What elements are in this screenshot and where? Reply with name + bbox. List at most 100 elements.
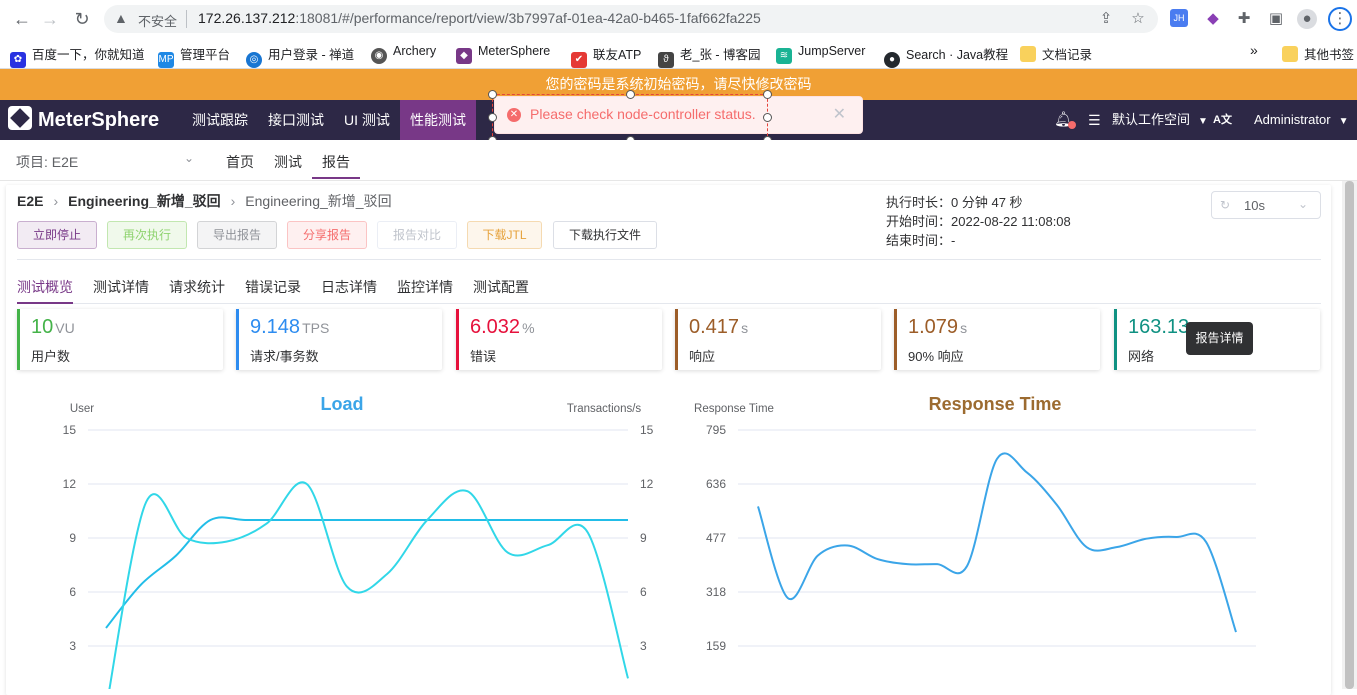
nav-ui-test[interactable]: UI 测试	[334, 100, 400, 140]
user-name: Administrator	[1254, 112, 1331, 127]
breadcrumb-test[interactable]: Engineering_新增_驳回	[68, 193, 220, 209]
y2-tick-label: 6	[640, 585, 647, 599]
task-list-icon[interactable]: ☰	[1088, 100, 1101, 140]
side-panel-icon[interactable]: ▣	[1266, 9, 1286, 29]
y-axis-label: User	[70, 403, 94, 415]
workspace-switcher[interactable]: 默认工作空间 ▼	[1112, 100, 1208, 140]
scrollbar-thumb[interactable]	[1345, 181, 1354, 689]
tab-log-details[interactable]: 日志详情	[321, 277, 377, 297]
bookmark-metersphere[interactable]: ◆ MeterSphere	[456, 44, 550, 64]
resize-handle[interactable]	[488, 90, 497, 99]
extensions-puzzle-icon[interactable]: ✚	[1234, 9, 1254, 29]
bookmark-docs[interactable]: 文档记录	[1020, 44, 1092, 62]
kpi-tps: 9.148 TPS 请求/事务数	[236, 309, 442, 370]
address-bar[interactable]: ▲ 不安全 172.26.137.212:18081/#/performance…	[104, 5, 1158, 33]
forward-icon[interactable]: →	[38, 7, 62, 31]
address-separator	[186, 10, 187, 28]
rerun-button[interactable]: 再次执行	[107, 221, 187, 249]
logo-text: MeterSphere	[38, 109, 160, 131]
chevron-down-icon[interactable]: ⌄	[184, 151, 194, 165]
stop-now-button[interactable]: 立即停止	[17, 221, 97, 249]
subtab-home[interactable]: 首页	[226, 152, 254, 172]
bookmark-atp[interactable]: ✔ 联友ATP	[571, 44, 641, 68]
kpi-value: 163.13	[1128, 316, 1191, 339]
tab-monitor[interactable]: 监控详情	[397, 277, 453, 297]
profile-icon[interactable]: ●	[1297, 9, 1317, 29]
resize-handle[interactable]	[763, 90, 772, 99]
menu-kebab-icon[interactable]: ⋮	[1328, 7, 1352, 31]
start-row: 开始时间：2022-08-22 11:08:08	[886, 212, 1071, 231]
start-label: 开始时间：	[886, 214, 952, 229]
tab-overview[interactable]: 测试概览	[17, 277, 73, 297]
kpi-unit: s	[741, 320, 749, 336]
kpi-accent	[236, 309, 239, 370]
download-jtl-button[interactable]: 下载JTL	[467, 221, 542, 249]
close-icon[interactable]: ✕	[833, 104, 846, 124]
back-icon[interactable]: ←	[10, 7, 34, 31]
tab-request-stats[interactable]: 请求统计	[169, 277, 225, 297]
kpi-p90-response: 1.079 s 90% 响应	[894, 309, 1100, 370]
bookmark-label: Archery	[393, 44, 437, 58]
kpi-accent	[1114, 309, 1117, 370]
user-menu[interactable]: Administrator ▼	[1254, 100, 1348, 140]
breadcrumb-project[interactable]: E2E	[17, 193, 43, 209]
bookmark-label: 百度一下，你就知道	[32, 48, 145, 62]
url-path: :18081/#/performance/report/view/3b7997a…	[295, 10, 761, 26]
nav-performance-test[interactable]: 性能测试	[400, 100, 476, 140]
github-icon: ●	[884, 52, 900, 68]
kpi-accent	[675, 309, 678, 370]
subtab-report[interactable]: 报告	[322, 152, 350, 172]
kpi-label: 响应	[689, 349, 716, 364]
refresh-interval-select[interactable]: ↻ 10s ⌄	[1211, 191, 1321, 219]
caret-down-icon: ▼	[1198, 116, 1208, 127]
bookmark-jumpserver[interactable]: ≋ JumpServer	[776, 44, 865, 64]
y-tick-label: 9	[69, 531, 76, 545]
share-report-button[interactable]: 分享报告	[287, 221, 367, 249]
url-host: 172.26.137.212	[198, 10, 296, 26]
active-subtab-indicator	[312, 177, 360, 179]
subtab-test[interactable]: 测试	[274, 152, 302, 172]
resize-handle[interactable]	[626, 90, 635, 99]
y-tick-label: 15	[63, 423, 77, 437]
y-tick-label: 477	[706, 531, 726, 545]
export-report-button[interactable]: 导出报告	[197, 221, 277, 249]
zentao-icon: ◎	[246, 52, 262, 68]
kpi-value: 9.148 TPS	[250, 316, 329, 339]
compare-report-button[interactable]: 报告对比	[377, 221, 457, 249]
bookmark-github[interactable]: ● Search · Java教程	[884, 44, 1008, 68]
tab-config[interactable]: 测试配置	[473, 277, 529, 297]
tab-error-log[interactable]: 错误记录	[245, 277, 301, 297]
bell-icon[interactable]: 🔔︎	[1054, 100, 1073, 140]
extension-jh-icon[interactable]: JH	[1170, 9, 1188, 27]
download-exec-files-button[interactable]: 下载执行文件	[553, 221, 657, 249]
more-bookmarks-chevron[interactable]: »	[1250, 42, 1258, 60]
resize-handle[interactable]	[488, 113, 497, 122]
url-text[interactable]: 172.26.137.212:18081/#/performance/repor…	[198, 10, 761, 26]
bookmark-zentao[interactable]: ◎ 用户登录 - 禅道	[246, 44, 354, 68]
y-tick-label: 795	[706, 423, 726, 437]
tab-details[interactable]: 测试详情	[93, 277, 149, 297]
app-logo[interactable]: MeterSphere	[8, 106, 159, 134]
bookmark-baidu[interactable]: ✿ 百度一下，你就知道	[10, 44, 145, 68]
duration-value: 0 分钟 47 秒	[951, 195, 1023, 210]
share-icon[interactable]: ⇪	[1096, 9, 1116, 29]
bookmarks-bar: ✿ 百度一下，你就知道 MP 管理平台 ◎ 用户登录 - 禅道 ◉ Archery ◆ M…	[0, 37, 1357, 69]
active-tab-indicator	[17, 302, 73, 304]
resize-handle[interactable]	[763, 113, 772, 122]
mp-icon: MP	[158, 52, 174, 68]
y2-tick-label: 3	[640, 639, 647, 653]
bookmark-archery[interactable]: ◉ Archery	[371, 44, 437, 64]
extension-cube-icon[interactable]: ◆	[1203, 9, 1223, 29]
series-line	[108, 481, 629, 689]
bookmark-mp[interactable]: MP 管理平台	[158, 44, 230, 68]
project-selector[interactable]: 项目: E2E	[16, 152, 78, 172]
reload-icon[interactable]: ↻	[70, 7, 94, 31]
execution-info: 执行时长：0 分钟 47 秒 开始时间：2022-08-22 11:08:08 …	[886, 193, 1071, 250]
nav-api-test[interactable]: 接口测试	[258, 100, 334, 140]
insecure-label: 不安全	[138, 14, 178, 29]
nav-test-track[interactable]: 测试跟踪	[182, 100, 258, 140]
language-icon[interactable]: A文	[1213, 100, 1232, 140]
bookmark-other[interactable]: 其他书签	[1282, 44, 1354, 62]
star-icon[interactable]: ☆	[1128, 9, 1148, 29]
bookmark-cnblogs[interactable]: ϑ 老_张 - 博客园	[658, 44, 761, 68]
